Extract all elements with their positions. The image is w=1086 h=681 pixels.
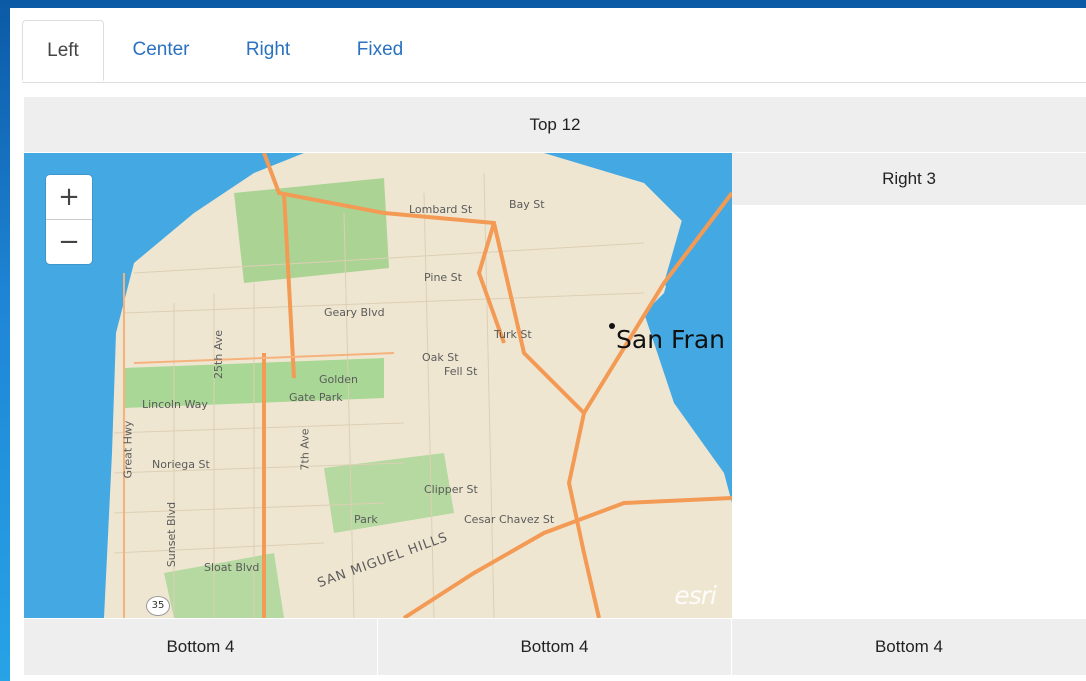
bottom-cell-1: Bottom 4 xyxy=(24,619,377,675)
street-label: Clipper St xyxy=(424,483,478,496)
tab-bar: Left Center Right Fixed xyxy=(22,20,1086,83)
bottom-cell-3: Bottom 4 xyxy=(732,619,1086,675)
street-label: Sunset Blvd xyxy=(165,501,179,568)
basemap xyxy=(24,153,732,618)
street-label: 25th Ave xyxy=(211,330,225,379)
bottom-cell-2: Bottom 4 xyxy=(378,619,731,675)
street-label: Sloat Blvd xyxy=(204,561,260,574)
zoom-control: + − xyxy=(46,175,92,264)
street-label: Bay St xyxy=(509,198,545,211)
street-label: Cesar Chavez St xyxy=(464,513,555,526)
street-label: Turk St xyxy=(494,328,532,341)
street-label: Noriega St xyxy=(152,458,210,471)
street-label: Park xyxy=(354,513,378,526)
street-label: Lombard St xyxy=(409,203,473,216)
street-label: Gate Park xyxy=(289,391,343,404)
place-label: San Fran xyxy=(616,325,725,354)
street-label: Pine St xyxy=(424,271,462,284)
tab-fixed[interactable]: Fixed xyxy=(340,20,420,82)
layout-panel: Left Center Right Fixed Top 12 Right 3 L… xyxy=(10,8,1086,681)
street-label: Fell St xyxy=(444,365,478,378)
zoom-in-button[interactable]: + xyxy=(46,175,92,219)
street-label: Oak St xyxy=(422,351,459,364)
esri-logo: esri xyxy=(674,581,717,610)
top-cell: Top 12 xyxy=(24,97,1086,152)
street-label: Great Hwy xyxy=(121,420,135,479)
street-label: 7th Ave xyxy=(298,428,312,471)
tab-right[interactable]: Right xyxy=(228,20,308,82)
street-label: Geary Blvd xyxy=(324,306,385,319)
route-badge: 35 xyxy=(146,596,170,616)
street-label: Lincoln Way xyxy=(142,398,208,411)
right-cell: Right 3 xyxy=(732,153,1086,205)
street-label: Golden xyxy=(319,373,359,386)
tab-left[interactable]: Left xyxy=(22,20,104,81)
zoom-out-button[interactable]: − xyxy=(46,220,92,264)
tab-center[interactable]: Center xyxy=(116,20,206,82)
map-view[interactable]: Lombard St Bay St Pine St Geary Blvd Gol… xyxy=(24,153,732,618)
